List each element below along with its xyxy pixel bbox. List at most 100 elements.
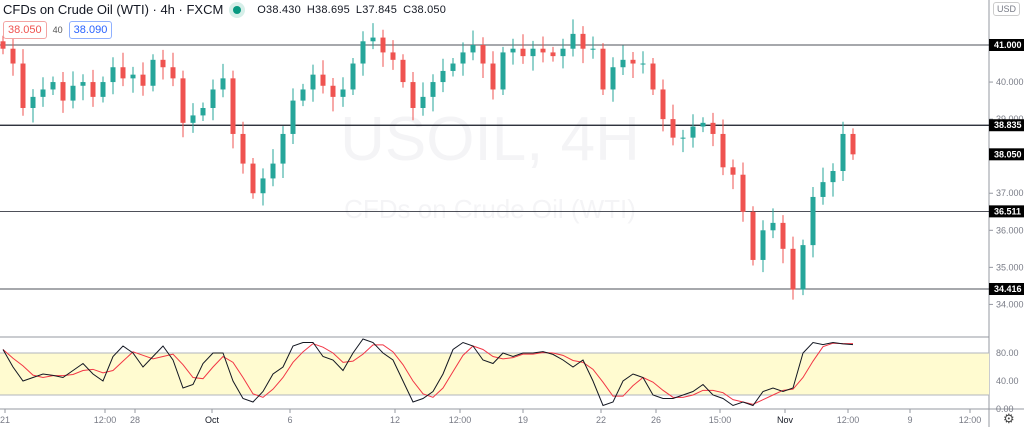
candle-body — [130, 74, 136, 79]
candle-body — [360, 41, 366, 64]
candle-body — [300, 89, 306, 101]
candle-body — [290, 100, 296, 134]
x-tick-label: 26 — [651, 415, 661, 425]
candle-body — [790, 248, 796, 290]
candle-body — [830, 171, 836, 183]
y-tick-label: 34.000 — [996, 299, 1024, 309]
candle-body — [320, 74, 326, 86]
candle-body — [510, 48, 516, 53]
x-tick-label: 15:00 — [709, 415, 732, 425]
candle-body — [230, 78, 236, 134]
ohlc-high: H38.695 — [306, 3, 350, 16]
candle-body — [590, 48, 596, 50]
sell-button[interactable]: 38.050 — [3, 21, 47, 39]
candle-body — [580, 33, 586, 49]
candle-body — [310, 74, 316, 90]
last-price-label: 38.050 — [994, 149, 1022, 159]
candle-body — [550, 52, 556, 57]
candle-body — [850, 133, 856, 155]
candle-body — [770, 222, 776, 231]
candle-body — [150, 59, 156, 86]
candle-body — [350, 63, 356, 90]
candle-body — [250, 163, 256, 194]
candle-body — [400, 59, 406, 83]
candle-body — [460, 52, 466, 64]
candle-body — [540, 48, 546, 53]
buy-button[interactable]: 38.090 — [68, 21, 113, 39]
x-tick-label: 12:00 — [449, 415, 472, 425]
candle-body — [170, 67, 176, 79]
x-tick-label: 28 — [130, 415, 140, 425]
candle-body — [690, 126, 696, 138]
candle-body — [100, 82, 106, 97]
candle-body — [120, 67, 126, 79]
candle-body — [190, 115, 196, 123]
candle-body — [410, 82, 416, 109]
candle-body — [370, 37, 376, 42]
x-tick-label: 12:00 — [837, 415, 860, 425]
candle-body — [280, 133, 286, 164]
candle-body — [270, 163, 276, 179]
candle-body — [620, 59, 626, 68]
currency-button[interactable]: USD — [993, 2, 1021, 16]
x-tick-label: 12:00 — [959, 415, 982, 425]
candle-body — [630, 59, 636, 64]
candle-body — [840, 133, 846, 172]
level-label: 38.835 — [994, 120, 1022, 130]
candle-body — [490, 63, 496, 90]
candle-body — [50, 82, 56, 90]
y-tick-label: 36.000 — [996, 225, 1024, 235]
candle-body — [660, 89, 666, 120]
candle-body — [140, 74, 146, 86]
x-tick-label: 12:00 — [94, 415, 117, 425]
candle-body — [40, 89, 46, 97]
candle-body — [80, 82, 86, 86]
candle-body — [340, 89, 346, 97]
candle-body — [740, 174, 746, 212]
x-tick-label: Oct — [205, 415, 220, 425]
candle-body — [260, 178, 266, 194]
symbol-title[interactable]: CFDs on Crude Oil (WTI) · 4h · FXCM — [3, 2, 223, 17]
x-tick-label: Nov — [777, 415, 794, 425]
candle-body — [200, 108, 206, 116]
candle-body — [730, 167, 736, 175]
candle-body — [820, 182, 826, 197]
y-tick-label: 37.000 — [996, 188, 1024, 198]
candle-body — [700, 122, 706, 127]
ohlc-close: C38.050 — [403, 3, 447, 16]
candle-body — [500, 52, 506, 90]
x-tick-label: 6 — [287, 415, 292, 425]
level-label: 41.000 — [994, 40, 1022, 50]
price-chart[interactable]: USOIL, 4H CFDs on Crude Oil (WTI) 41.000 40… — [0, 0, 1024, 427]
candle-body — [180, 78, 186, 123]
candle-body — [240, 133, 246, 164]
settings-gear-icon[interactable]: ⚙ — [1003, 411, 1015, 427]
candle-body — [430, 82, 436, 97]
x-tick-label: 9 — [907, 415, 912, 425]
candle-body — [380, 37, 386, 53]
ohlc-low: L37.845 — [355, 3, 398, 16]
candle-body — [90, 82, 96, 97]
y-tick-label: 35.000 — [996, 262, 1024, 272]
candle-body — [680, 137, 686, 139]
candle-body — [10, 48, 16, 64]
watermark-subtitle: CFDs on Crude Oil (WTI) — [344, 194, 636, 224]
candle-body — [610, 67, 616, 90]
market-status-icon — [233, 5, 242, 14]
y-tick-label: 40.000 — [996, 77, 1024, 87]
candle-body — [570, 33, 576, 49]
candle-body — [480, 45, 486, 64]
spread: 40 — [52, 25, 63, 35]
candle-body — [520, 48, 526, 57]
candle-body — [670, 119, 676, 138]
watermark-title: USOIL, 4H — [340, 105, 640, 174]
candle-body — [160, 59, 166, 68]
candle-body — [0, 41, 6, 49]
candle-body — [210, 89, 216, 109]
candle-body — [760, 230, 766, 260]
stoch-tick-label: 80.00 — [996, 348, 1019, 358]
candle-body — [420, 96, 426, 109]
stoch-band — [0, 353, 989, 395]
candle-body — [470, 45, 476, 53]
candle-body — [650, 63, 656, 90]
